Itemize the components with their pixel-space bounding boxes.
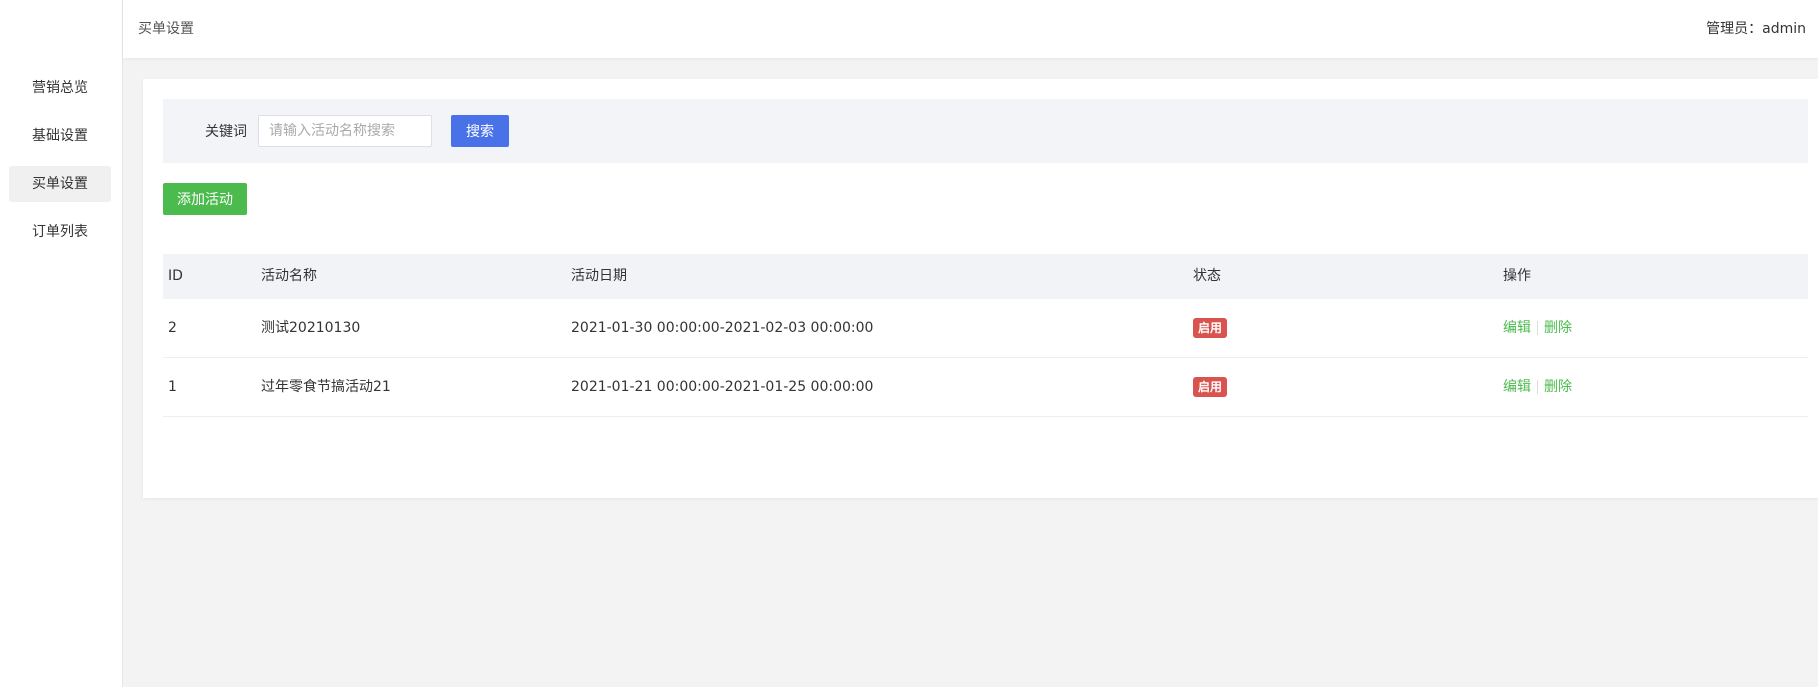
status-badge: 启用: [1193, 318, 1228, 338]
action-divider: [1537, 380, 1538, 394]
row-actions: 编辑 删除: [1503, 358, 1572, 416]
status-badge: 启用: [1193, 377, 1228, 397]
column-header-actions: 操作: [1503, 268, 1531, 284]
sidebar: 营销总览 基础设置 买单设置 订单列表: [0, 0, 123, 687]
sidebar-item-order-list[interactable]: 订单列表: [9, 214, 111, 250]
delete-link[interactable]: 删除: [1544, 379, 1572, 395]
sidebar-item-checkout-settings[interactable]: 买单设置: [9, 166, 111, 202]
search-button[interactable]: 搜索: [451, 115, 509, 147]
search-input[interactable]: [258, 115, 432, 147]
main-card: 关键词 搜索 添加活动 ID 活动名称 活动日期 状态 操作 2 测试20210…: [143, 79, 1818, 498]
table-header: ID 活动名称 活动日期 状态 操作: [163, 254, 1808, 299]
admin-name[interactable]: admin: [1762, 21, 1806, 37]
column-header-id: ID: [168, 268, 183, 284]
table-row: 1 过年零食节搞活动21 2021-01-21 00:00:00-2021-01…: [163, 358, 1808, 417]
row-date: 2021-01-30 00:00:00-2021-02-03 00:00:00: [571, 320, 874, 336]
action-divider: [1537, 321, 1538, 335]
top-header: 买单设置 管理员：admin: [123, 0, 1818, 58]
row-name: 测试20210130: [261, 320, 361, 336]
admin-label: 管理员：: [1706, 21, 1763, 37]
column-header-name: 活动名称: [261, 268, 317, 284]
sidebar-item-marketing-overview[interactable]: 营销总览: [9, 70, 111, 106]
column-header-date: 活动日期: [571, 268, 627, 284]
edit-link[interactable]: 编辑: [1503, 379, 1531, 395]
row-status: 启用: [1193, 299, 1228, 357]
breadcrumb: 买单设置: [138, 21, 194, 37]
sidebar-item-basic-settings[interactable]: 基础设置: [9, 118, 111, 154]
edit-link[interactable]: 编辑: [1503, 320, 1531, 336]
keyword-label: 关键词: [205, 124, 247, 140]
row-date: 2021-01-21 00:00:00-2021-01-25 00:00:00: [571, 379, 874, 395]
row-status: 启用: [1193, 358, 1228, 416]
sidebar-nav: 营销总览 基础设置 买单设置 订单列表: [9, 70, 111, 262]
row-name: 过年零食节搞活动21: [261, 379, 391, 395]
table-row: 2 测试20210130 2021-01-30 00:00:00-2021-02…: [163, 299, 1808, 358]
delete-link[interactable]: 删除: [1544, 320, 1572, 336]
add-activity-button[interactable]: 添加活动: [163, 183, 247, 215]
column-header-status: 状态: [1193, 268, 1221, 284]
search-bar: 关键词 搜索: [163, 99, 1808, 163]
activity-table: ID 活动名称 活动日期 状态 操作 2 测试20210130 2021-01-…: [163, 254, 1808, 417]
row-id: 1: [168, 379, 177, 395]
row-id: 2: [168, 320, 177, 336]
row-actions: 编辑 删除: [1503, 299, 1572, 357]
admin-info: 管理员：admin: [1706, 18, 1806, 38]
